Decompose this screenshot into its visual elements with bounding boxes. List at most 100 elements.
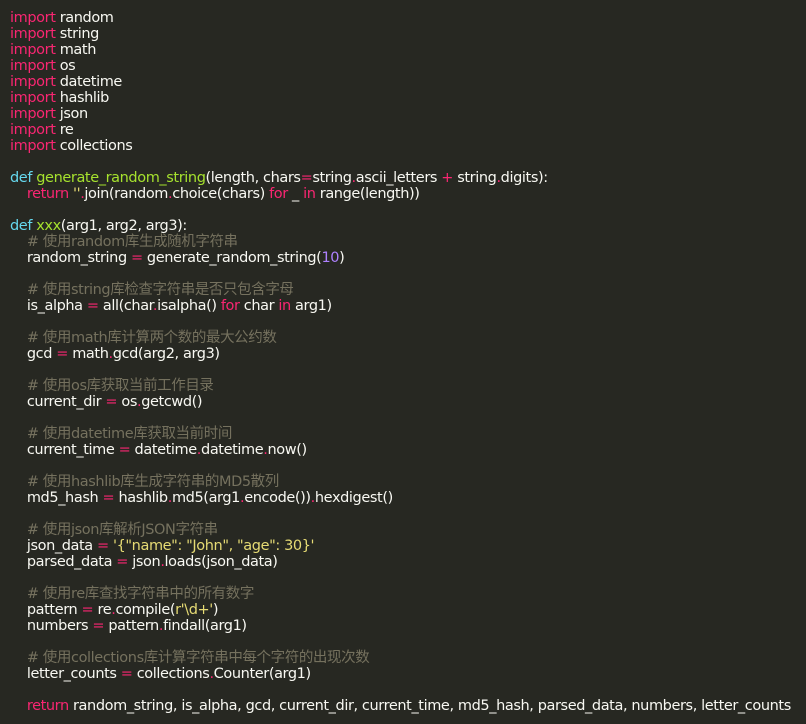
code-line[interactable]: md5_hash = hashlib.md5(arg1.encode()).he… — [10, 490, 806, 506]
code-line[interactable]: import json — [10, 106, 806, 122]
code-line[interactable]: # 使用os库获取当前工作目录 — [10, 378, 806, 394]
code-line[interactable]: import random — [10, 10, 806, 26]
code-line[interactable]: # 使用string库检查字符串是否只包含字母 — [10, 282, 806, 298]
code-line[interactable] — [10, 266, 806, 282]
code-token-plain: os — [55, 58, 76, 74]
code-line[interactable] — [10, 314, 806, 330]
code-token-op: = — [118, 442, 131, 458]
code-line[interactable]: is_alpha = all(char.isalpha() for char i… — [10, 298, 806, 314]
code-token-plain: md5_hash — [10, 490, 103, 506]
code-line[interactable] — [10, 410, 806, 426]
code-line[interactable]: parsed_data = json.loads(json_data) — [10, 554, 806, 570]
code-token-plain: generate_random_string( — [142, 250, 322, 266]
code-token-plain: collections — [132, 666, 210, 682]
code-token-plain: ) — [212, 602, 219, 618]
code-line[interactable]: json_data = '{"name": "John", "age": 30}… — [10, 538, 806, 554]
code-line[interactable] — [10, 570, 806, 586]
code-line[interactable]: # 使用hashlib库生成字符串的MD5散列 — [10, 474, 806, 490]
code-token-comment: # 使用os库获取当前工作目录 — [26, 378, 214, 394]
code-token-op: = — [120, 666, 133, 682]
code-line[interactable]: # 使用re库查找字符串中的所有数字 — [10, 586, 806, 602]
code-line[interactable]: import math — [10, 42, 806, 58]
code-token-keyword: for — [220, 298, 240, 314]
code-line[interactable]: import collections — [10, 138, 806, 154]
code-line[interactable]: # 使用json库解析JSON字符串 — [10, 522, 806, 538]
code-token-plain: range(length)) — [315, 186, 420, 202]
code-token-comment: # 使用json库解析JSON字符串 — [26, 522, 218, 538]
code-token-plain: md5(arg1 — [171, 490, 240, 506]
code-editor[interactable]: import random import string import math imp… — [0, 0, 806, 724]
code-line[interactable]: current_dir = os.getcwd() — [10, 394, 806, 410]
code-line[interactable]: # 使用random库生成随机字符串 — [10, 234, 806, 250]
code-token-plain: string — [312, 170, 352, 186]
code-token-keyword: return — [26, 186, 69, 202]
code-token-plain: random_string, is_alpha, gcd, current_di… — [68, 698, 791, 714]
code-token-op: = — [116, 554, 129, 570]
code-token-op: = — [97, 538, 109, 554]
code-line[interactable]: def xxx(arg1, arg2, arg3): — [10, 218, 806, 234]
code-token-fn: xxx — [36, 218, 61, 234]
code-token-plain: getcwd() — [141, 394, 203, 410]
code-token-plain: datetime — [55, 74, 123, 90]
code-token-op: = — [86, 298, 99, 314]
code-token-comment: # 使用collections库计算字符串中每个字符的出现次数 — [26, 650, 370, 666]
code-token-plain: random — [55, 10, 114, 26]
code-token-plain: hashlib — [55, 90, 110, 106]
code-token-plain: string — [55, 26, 100, 42]
code-token-plain: gcd(arg2, arg3) — [112, 346, 220, 362]
code-token-plain: re — [55, 122, 74, 138]
code-token-keyword: import — [10, 58, 56, 74]
code-token-op: = — [105, 394, 118, 410]
code-token-plain: collections — [55, 138, 133, 154]
code-line[interactable]: import os — [10, 58, 806, 74]
code-token-plain: choice(chars) — [172, 186, 270, 202]
code-line[interactable]: import string — [10, 26, 806, 42]
code-token-plain: json — [128, 554, 161, 570]
code-line[interactable] — [10, 682, 806, 698]
code-line[interactable] — [10, 362, 806, 378]
code-token-plain: current_dir — [10, 394, 106, 410]
code-line[interactable]: return ''.join(random.choice(chars) for … — [10, 186, 806, 202]
code-token-comment: # 使用random库生成随机字符串 — [26, 234, 238, 250]
code-token-keyword: import — [10, 106, 56, 122]
code-line[interactable]: import hashlib — [10, 90, 806, 106]
code-line[interactable]: # 使用math库计算两个数的最大公约数 — [10, 330, 806, 346]
code-token-op: = — [81, 602, 94, 618]
code-token-plain: re — [93, 602, 112, 618]
code-line[interactable] — [10, 506, 806, 522]
code-token-comment: # 使用hashlib库生成字符串的MD5散列 — [26, 474, 279, 490]
code-token-string: '{"name": "John", "age": 30}' — [112, 538, 315, 554]
code-token-def: def — [10, 218, 33, 234]
code-line[interactable]: numbers = pattern.findall(arg1) — [10, 618, 806, 634]
code-token-plain: random_string — [10, 250, 131, 266]
code-line[interactable]: def generate_random_string(length, chars… — [10, 170, 806, 186]
code-line[interactable]: # 使用collections库计算字符串中每个字符的出现次数 — [10, 650, 806, 666]
code-token-keyword: return — [26, 698, 69, 714]
code-token-plain: os — [117, 394, 137, 410]
code-line[interactable]: # 使用datetime库获取当前时间 — [10, 426, 806, 442]
code-token-plain: datetime — [201, 442, 264, 458]
code-line[interactable] — [10, 202, 806, 218]
code-token-plain: current_time — [10, 442, 119, 458]
code-line[interactable]: import re — [10, 122, 806, 138]
code-line[interactable]: pattern = re.compile(r'\d+') — [10, 602, 806, 618]
code-line[interactable]: random_string = generate_random_string(1… — [10, 250, 806, 266]
code-token-plain: arg1) — [290, 298, 332, 314]
code-token-plain: math — [67, 346, 109, 362]
code-line[interactable]: current_time = datetime.datetime.now() — [10, 442, 806, 458]
code-token-plain: math — [55, 42, 97, 58]
code-line[interactable]: letter_counts = collections.Counter(arg1… — [10, 666, 806, 682]
code-line[interactable]: import datetime — [10, 74, 806, 90]
code-line[interactable]: return random_string, is_alpha, gcd, cur… — [10, 698, 806, 714]
code-line[interactable]: gcd = math.gcd(arg2, arg3) — [10, 346, 806, 362]
code-token-op: = — [92, 618, 105, 634]
code-line[interactable] — [10, 154, 806, 170]
code-line[interactable] — [10, 458, 806, 474]
code-line[interactable] — [10, 634, 806, 650]
code-token-op: = — [102, 490, 115, 506]
